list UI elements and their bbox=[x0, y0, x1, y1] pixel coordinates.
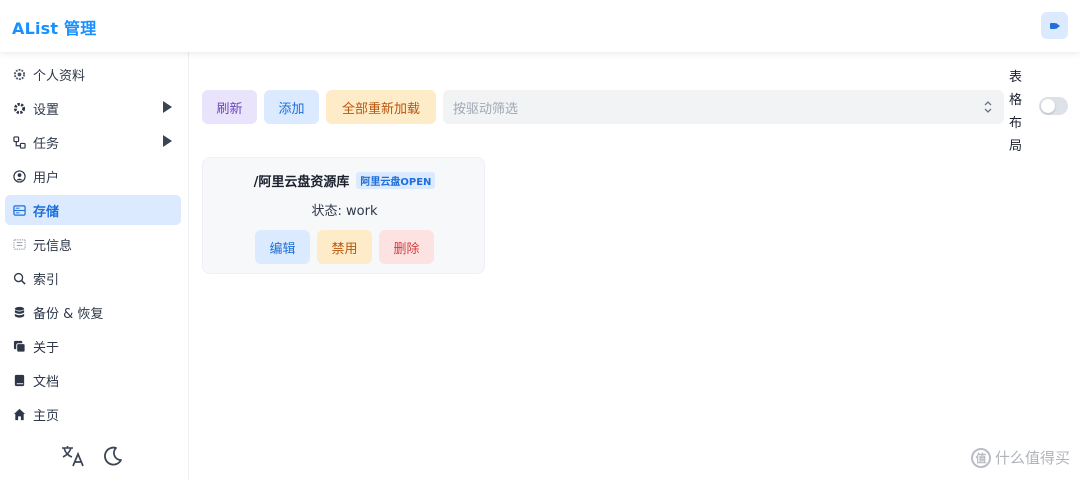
storage-card-header: /阿里云盘资源库 阿里云盘OPEN bbox=[203, 171, 486, 190]
settings-icon bbox=[12, 101, 26, 115]
delete-button[interactable]: 删除 bbox=[379, 230, 434, 264]
driver-filter-select[interactable]: 按驱动筛选 bbox=[443, 90, 1004, 124]
sidebar-item-label: 备份 & 恢复 bbox=[33, 306, 104, 322]
watermark: 值 什么值得买 bbox=[970, 447, 1070, 468]
tasks-icon bbox=[12, 135, 26, 149]
translate-icon bbox=[62, 446, 84, 467]
sidebar-item-label: 主页 bbox=[33, 408, 60, 424]
sidebar-item-label: 索引 bbox=[33, 272, 60, 288]
storage-card: /阿里云盘资源库 阿里云盘OPEN 状态: work 编辑 禁用 删除 bbox=[202, 157, 485, 274]
sidebar-item-label: 关于 bbox=[33, 340, 60, 356]
refresh-button[interactable]: 刷新 bbox=[202, 90, 257, 124]
watermark-logo: 值 bbox=[970, 447, 991, 468]
top-header: AList 管理 bbox=[0, 0, 1080, 52]
expand-caret-icon[interactable] bbox=[163, 135, 172, 147]
sidebar-item-about[interactable]: 关于 bbox=[5, 331, 181, 361]
moon-icon bbox=[104, 446, 122, 466]
add-button[interactable]: 添加 bbox=[264, 90, 319, 124]
sidebar-item-backup[interactable]: 备份 & 恢复 bbox=[5, 297, 181, 327]
sidebar-item-label: 元信息 bbox=[33, 238, 73, 254]
toggle-knob bbox=[1041, 99, 1055, 113]
disable-button[interactable]: 禁用 bbox=[317, 230, 372, 264]
sidebar-item-profile[interactable]: 个人资料 bbox=[5, 59, 181, 89]
database-icon bbox=[12, 305, 26, 319]
driver-filter-placeholder: 按驱动筛选 bbox=[453, 101, 519, 117]
driver-badge: 阿里云盘OPEN bbox=[356, 172, 436, 189]
sidebar-item-label: 文档 bbox=[33, 374, 60, 390]
book-icon bbox=[12, 373, 26, 387]
copy-icon bbox=[12, 339, 26, 353]
storage-mount-path: /阿里云盘资源库 bbox=[253, 175, 350, 190]
sidebar-item-label: 任务 bbox=[33, 136, 60, 152]
sidebar-item-label: 设置 bbox=[33, 102, 60, 118]
sidebar-item-users[interactable]: 用户 bbox=[5, 161, 181, 191]
search-icon bbox=[12, 271, 26, 285]
logout-icon bbox=[1049, 22, 1060, 29]
sidebar-item-label: 存储 bbox=[33, 204, 60, 220]
language-switch-button[interactable] bbox=[60, 443, 86, 469]
storage-icon bbox=[12, 203, 26, 217]
sidebar-item-label: 用户 bbox=[33, 170, 60, 186]
select-arrows-icon bbox=[984, 100, 992, 114]
sidebar-item-meta[interactable]: 元信息 bbox=[5, 229, 181, 259]
watermark-text: 什么值得买 bbox=[994, 449, 1070, 467]
sidebar-item-tasks[interactable]: 任务 bbox=[5, 127, 181, 157]
sidebar-item-index[interactable]: 索引 bbox=[5, 263, 181, 293]
sidebar-item-storage[interactable]: 存储 bbox=[5, 195, 181, 225]
table-layout-toggle[interactable] bbox=[1039, 97, 1068, 115]
meta-icon bbox=[12, 237, 26, 251]
gear-outline-icon bbox=[12, 67, 26, 81]
sidebar: 个人资料 设置 任务 用户 存储 元信息 索引 备份 & 恢复 关于 文档 主页 bbox=[0, 52, 189, 480]
table-layout-label: 表格布局 bbox=[1009, 70, 1023, 154]
expand-caret-icon[interactable] bbox=[163, 101, 172, 113]
user-icon bbox=[12, 169, 26, 183]
edit-button[interactable]: 编辑 bbox=[255, 230, 310, 264]
sidebar-item-docs[interactable]: 文档 bbox=[5, 365, 181, 395]
sidebar-item-label: 个人资料 bbox=[33, 68, 86, 84]
theme-toggle-button[interactable] bbox=[100, 443, 126, 469]
sidebar-item-settings[interactable]: 设置 bbox=[5, 93, 181, 123]
storage-status: 状态: work bbox=[311, 204, 378, 219]
home-icon bbox=[12, 407, 26, 421]
sidebar-item-home[interactable]: 主页 bbox=[5, 399, 181, 429]
logout-button[interactable] bbox=[1041, 12, 1068, 39]
reload-all-button[interactable]: 全部重新加载 bbox=[326, 90, 436, 124]
app-title: AList 管理 bbox=[12, 19, 97, 38]
